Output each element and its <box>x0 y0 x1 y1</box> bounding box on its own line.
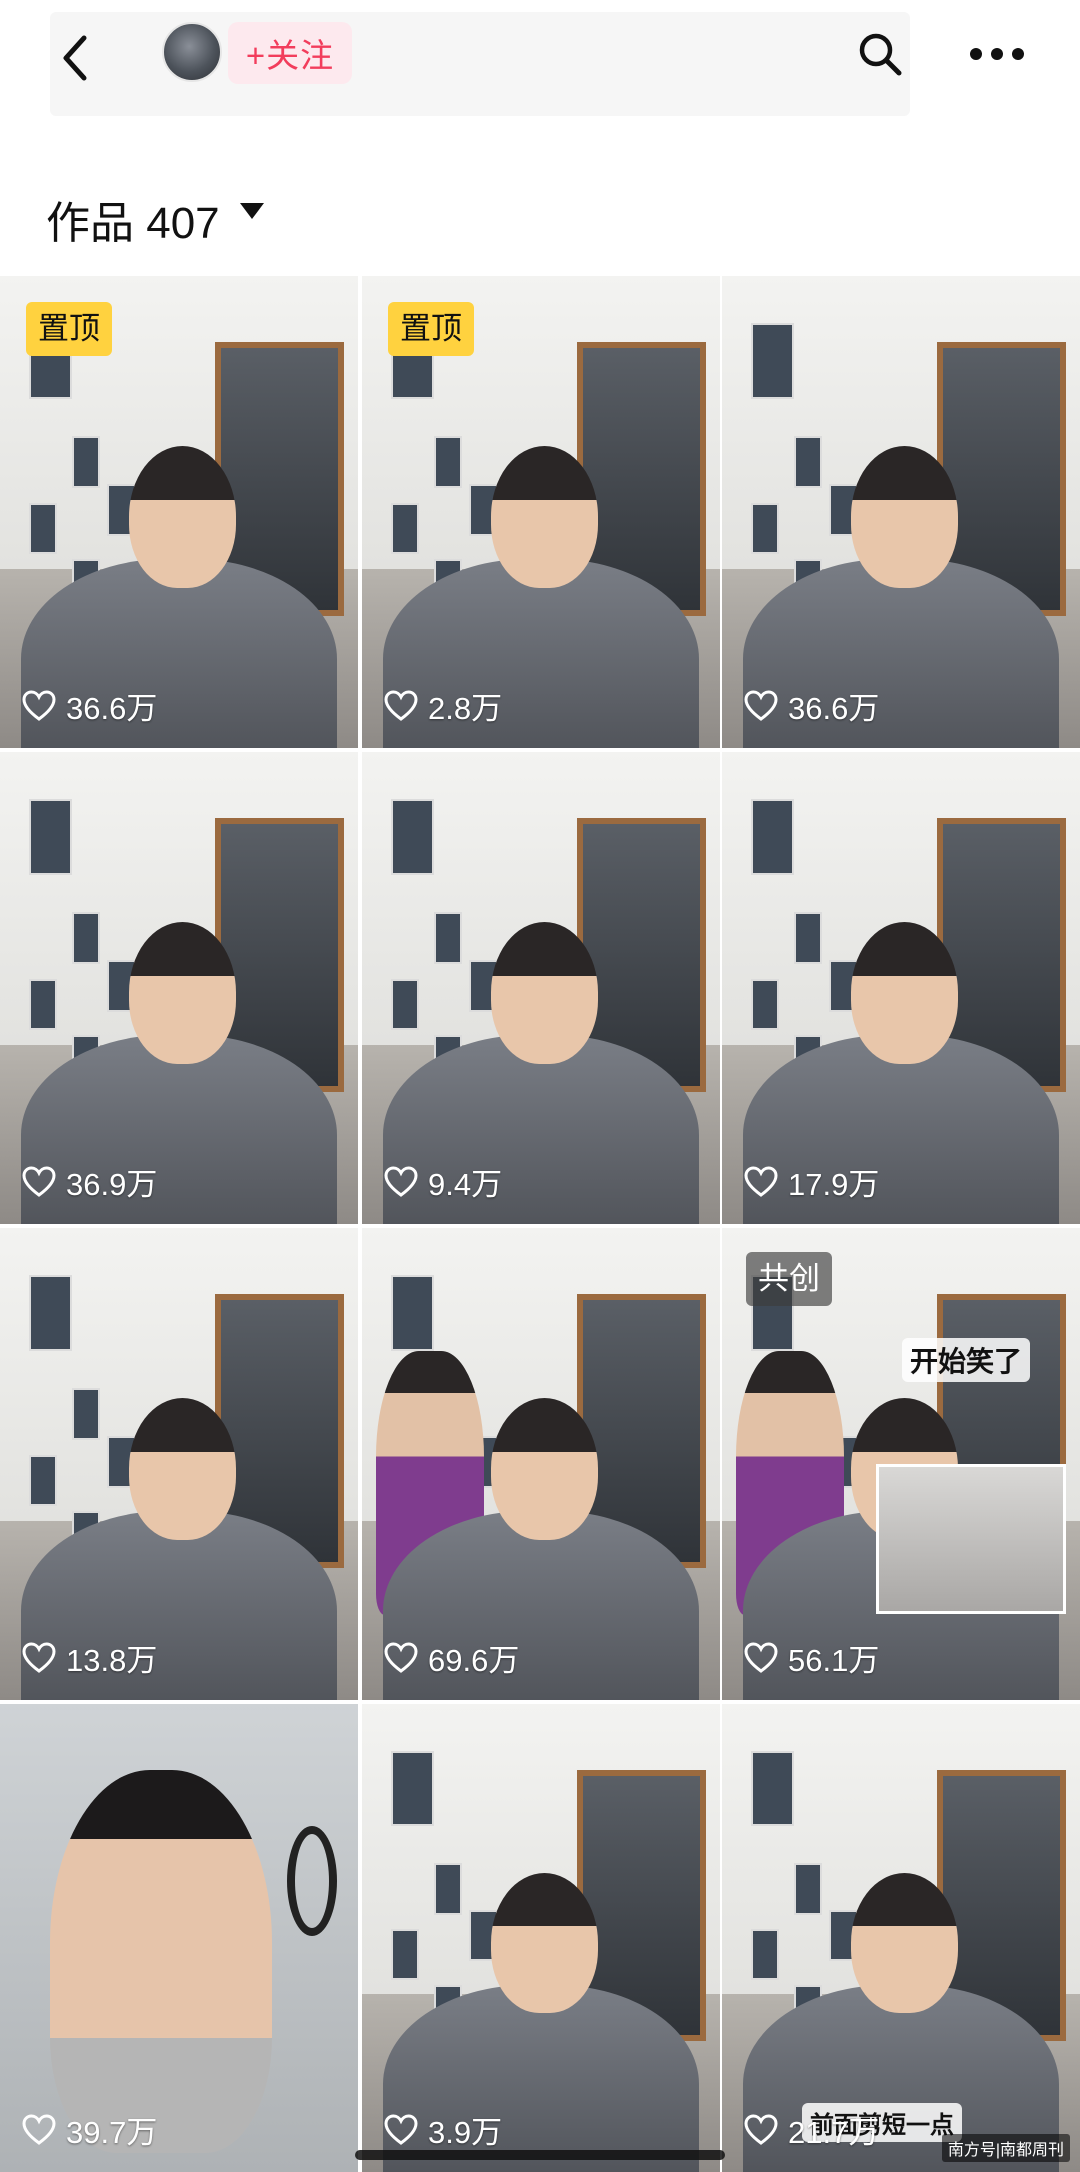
like-count-value: 2.8万 <box>428 691 503 726</box>
heart-icon <box>384 2113 418 2145</box>
thumbnail-image <box>0 1704 358 2172</box>
home-indicator <box>355 2150 725 2160</box>
like-count-value: 17.9万 <box>788 1167 880 1202</box>
video-grid: 置顶 36.6万 置顶 2.8万 36.6万 36.9万 9.4万 17.9万 13.8万 69.… <box>0 276 1080 2172</box>
like-count: 2.8万 <box>384 683 502 728</box>
heart-icon <box>744 1641 778 1673</box>
heart-icon <box>384 1165 418 1197</box>
video-thumbnail[interactable]: 共创开始笑了 56.1万 <box>722 1228 1080 1700</box>
like-count: 36.6万 <box>22 683 157 728</box>
like-count-value: 21.7万 <box>788 2115 880 2150</box>
video-thumbnail[interactable]: 17.9万 <box>722 752 1080 1224</box>
video-thumbnail[interactable]: 置顶 2.8万 <box>362 276 720 748</box>
heart-icon <box>744 2113 778 2145</box>
like-count: 36.9万 <box>22 1159 157 1204</box>
like-count-value: 36.6万 <box>66 691 158 726</box>
video-thumbnail[interactable]: 前面剪短一点 21.7万 南方号|南都周刊 <box>722 1704 1080 2172</box>
avatar[interactable] <box>162 22 222 82</box>
dropdown-caret-icon <box>240 203 264 219</box>
heart-icon <box>22 2113 56 2145</box>
video-thumbnail[interactable]: 13.8万 <box>0 1228 358 1700</box>
thumbnail-image <box>362 1228 720 1700</box>
back-chevron-icon <box>63 35 87 81</box>
thumbnail-image <box>0 752 358 1224</box>
video-thumbnail[interactable]: 36.9万 <box>0 752 358 1224</box>
search-button[interactable] <box>852 26 908 82</box>
video-caption: 开始笑了 <box>902 1338 1031 1382</box>
like-count: 56.1万 <box>744 1635 879 1680</box>
pinned-badge: 置顶 <box>388 302 474 356</box>
works-filter[interactable]: 作品 407 <box>0 175 1080 265</box>
thumbnail-image <box>0 1228 358 1700</box>
like-count-value: 3.9万 <box>428 2115 503 2150</box>
like-count: 36.6万 <box>744 683 879 728</box>
heart-icon <box>22 689 56 721</box>
heart-icon <box>384 689 418 721</box>
like-count-value: 9.4万 <box>428 1167 503 1202</box>
video-thumbnail[interactable]: 9.4万 <box>362 752 720 1224</box>
like-count: 39.7万 <box>22 2107 157 2152</box>
like-count: 69.6万 <box>384 1635 519 1680</box>
heart-icon <box>744 689 778 721</box>
like-count: 13.8万 <box>22 1635 157 1680</box>
works-count-label: 作品 407 <box>46 199 220 248</box>
video-thumbnail[interactable]: 置顶 36.6万 <box>0 276 358 748</box>
pinned-badge: 置顶 <box>26 302 112 356</box>
search-icon <box>859 33 902 76</box>
video-thumbnail[interactable]: 36.6万 <box>722 276 1080 748</box>
thumbnail-image <box>722 1704 1080 2172</box>
thumbnail-image <box>362 752 720 1224</box>
thumbnail-image <box>722 752 1080 1224</box>
like-count-value: 69.6万 <box>428 1643 520 1678</box>
more-button[interactable] <box>962 26 1032 82</box>
thumbnail-image <box>362 1704 720 2172</box>
back-button[interactable] <box>50 28 100 88</box>
thumbnail-image <box>722 276 1080 748</box>
video-thumbnail[interactable]: 3.9万 <box>362 1704 720 2172</box>
like-count: 21.7万 <box>744 2107 879 2152</box>
heart-icon <box>22 1165 56 1197</box>
follow-button[interactable]: +关注 <box>228 22 352 84</box>
top-bar: +关注 <box>0 0 1080 120</box>
more-dots-icon <box>970 48 1024 60</box>
video-thumbnail[interactable]: 69.6万 <box>362 1228 720 1700</box>
like-count: 17.9万 <box>744 1159 879 1204</box>
like-count-value: 39.7万 <box>66 2115 158 2150</box>
like-count-value: 36.9万 <box>66 1167 158 1202</box>
like-count-value: 56.1万 <box>788 1643 880 1678</box>
heart-icon <box>744 1165 778 1197</box>
heart-icon <box>22 1641 56 1673</box>
like-count: 9.4万 <box>384 1159 502 1204</box>
heart-icon <box>384 1641 418 1673</box>
co-creation-badge: 共创 <box>746 1252 832 1306</box>
video-thumbnail[interactable]: 39.7万 <box>0 1704 358 2172</box>
like-count-value: 36.6万 <box>788 691 880 726</box>
watermark-text: 南方号|南都周刊 <box>941 2134 1070 2162</box>
like-count: 3.9万 <box>384 2107 502 2152</box>
like-count-value: 13.8万 <box>66 1643 158 1678</box>
